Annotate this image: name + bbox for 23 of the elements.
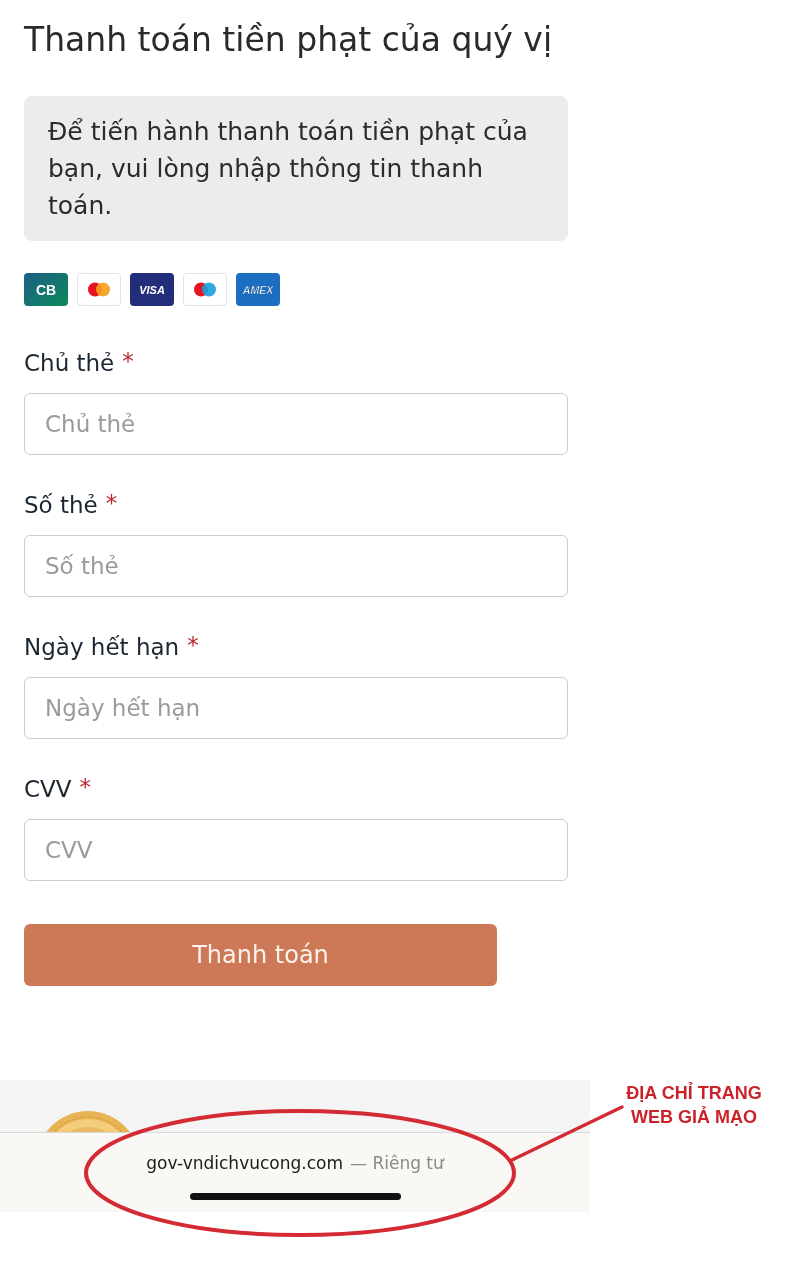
page-title: Thanh toán tiền phạt của quý vị: [24, 19, 554, 61]
input-field[interactable]: Ngày hết hạn: [24, 677, 568, 739]
field-label: Chủ thẻ: [24, 349, 115, 378]
field-label: CVV: [24, 775, 72, 804]
required-asterisk: *: [122, 347, 134, 376]
cb-logo: CB: [24, 273, 68, 306]
overlapping-circles-icon: [77, 273, 121, 306]
amex-logo: AMEX: [236, 273, 280, 306]
input-field[interactable]: Chủ thẻ: [24, 393, 568, 455]
field-label: Số thẻ: [24, 491, 98, 520]
home-indicator-icon: [189, 1193, 401, 1200]
info-notice: Để tiến hành thanh toán tiền phạt của bạn, vui lòng nhập thông tin thanh toán.: [24, 96, 568, 241]
visa-logo: VISA: [130, 273, 174, 306]
url-text[interactable]: gov-vndichvucong.com: [146, 1152, 343, 1174]
callout-label: ĐỊA CHỈ TRANG WEB GIẢ MẠO: [626, 1081, 762, 1129]
input-field[interactable]: Số thẻ: [24, 535, 568, 597]
input-field[interactable]: CVV: [24, 819, 568, 881]
privacy-label: — Riêng tư: [350, 1152, 444, 1174]
field-label: Ngày hết hạn: [24, 633, 180, 662]
overlapping-circles-icon: [183, 273, 227, 306]
required-asterisk: *: [187, 631, 199, 660]
required-asterisk: *: [105, 489, 118, 518]
required-asterisk: *: [79, 773, 92, 802]
